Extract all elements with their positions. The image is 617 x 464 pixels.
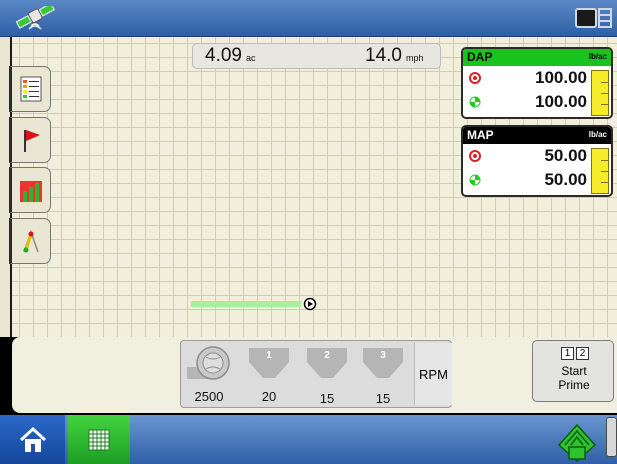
section-2-indicator: 2: [576, 347, 589, 360]
actual-rate-row: 50.00: [463, 168, 611, 192]
screen-toggle-icon[interactable]: [575, 6, 613, 32]
map-grid-button[interactable]: [68, 415, 130, 464]
legend-list-icon: [20, 76, 42, 102]
meter-status-box[interactable]: 2500 1 20 2 15 3 15 RPM: [180, 340, 452, 408]
actual-rate-icon: [469, 96, 481, 108]
rate-bar: [591, 70, 609, 116]
hopper-value: 20: [261, 389, 277, 404]
hopper-label: 1: [266, 350, 272, 361]
legend-tab[interactable]: [9, 66, 51, 112]
actual-rate-value: 50.00: [544, 170, 587, 189]
actual-rate-icon: [469, 174, 481, 186]
chart-tab[interactable]: [9, 167, 51, 213]
fan-icon: [187, 346, 230, 380]
chart-icon: [20, 181, 42, 202]
target-rate-row: 100.00: [463, 66, 611, 90]
side-drawer-handle[interactable]: [606, 417, 617, 457]
target-rate-row: 50.00: [463, 144, 611, 168]
prime-label: Start Prime: [558, 364, 590, 392]
vehicle-icon: [303, 297, 317, 311]
target-icon: [469, 150, 481, 162]
product-header: DAP lb/ac: [463, 49, 611, 66]
actual-rate-value: 100.00: [535, 92, 587, 111]
applied-swath: [191, 301, 301, 307]
target-rate-value: 100.00: [535, 68, 587, 87]
gps-satellite-icon[interactable]: [14, 6, 58, 32]
product-unit: lb/ac: [588, 52, 607, 61]
hopper-value: 15: [319, 391, 335, 406]
flag-icon: [24, 130, 40, 152]
flag-tab[interactable]: [9, 117, 51, 163]
area-speed-readout: 4.09 ac 14.0 mph: [192, 43, 441, 69]
product-header: MAP lb/ac: [463, 127, 611, 144]
home-icon: [19, 426, 46, 452]
target-icon: [469, 72, 481, 84]
hopper-value: 15: [375, 391, 391, 406]
grid-icon: [88, 429, 110, 450]
home-button[interactable]: [0, 415, 65, 464]
hopper-label: 3: [380, 350, 386, 361]
product-panel-dap[interactable]: DAP lb/ac 100.00 100.00: [461, 47, 613, 119]
product-name: MAP: [467, 128, 494, 142]
product-unit: lb/ac: [588, 130, 607, 139]
guidance-icon: [23, 229, 39, 253]
fan-value: 2500: [194, 389, 224, 404]
guidance-tab[interactable]: [9, 218, 51, 264]
rate-bar: [591, 148, 609, 194]
product-panel-map[interactable]: MAP lb/ac 50.00 50.00: [461, 125, 613, 197]
field-ops-icon[interactable]: [555, 417, 601, 462]
section-1-indicator: 1: [561, 347, 574, 360]
actual-rate-row: 100.00: [463, 90, 611, 114]
area-readout: 4.09 ac: [205, 45, 256, 66]
speed-readout: 14.0 mph: [365, 45, 424, 66]
top-status-bar: [0, 0, 617, 37]
hopper-label: 2: [324, 350, 330, 361]
rpm-label: RPM: [414, 343, 452, 405]
product-name: DAP: [467, 50, 493, 64]
bottom-nav-bar: [0, 415, 617, 464]
start-prime-button[interactable]: 1 2 Start Prime: [532, 340, 614, 402]
target-rate-value: 50.00: [544, 146, 587, 165]
